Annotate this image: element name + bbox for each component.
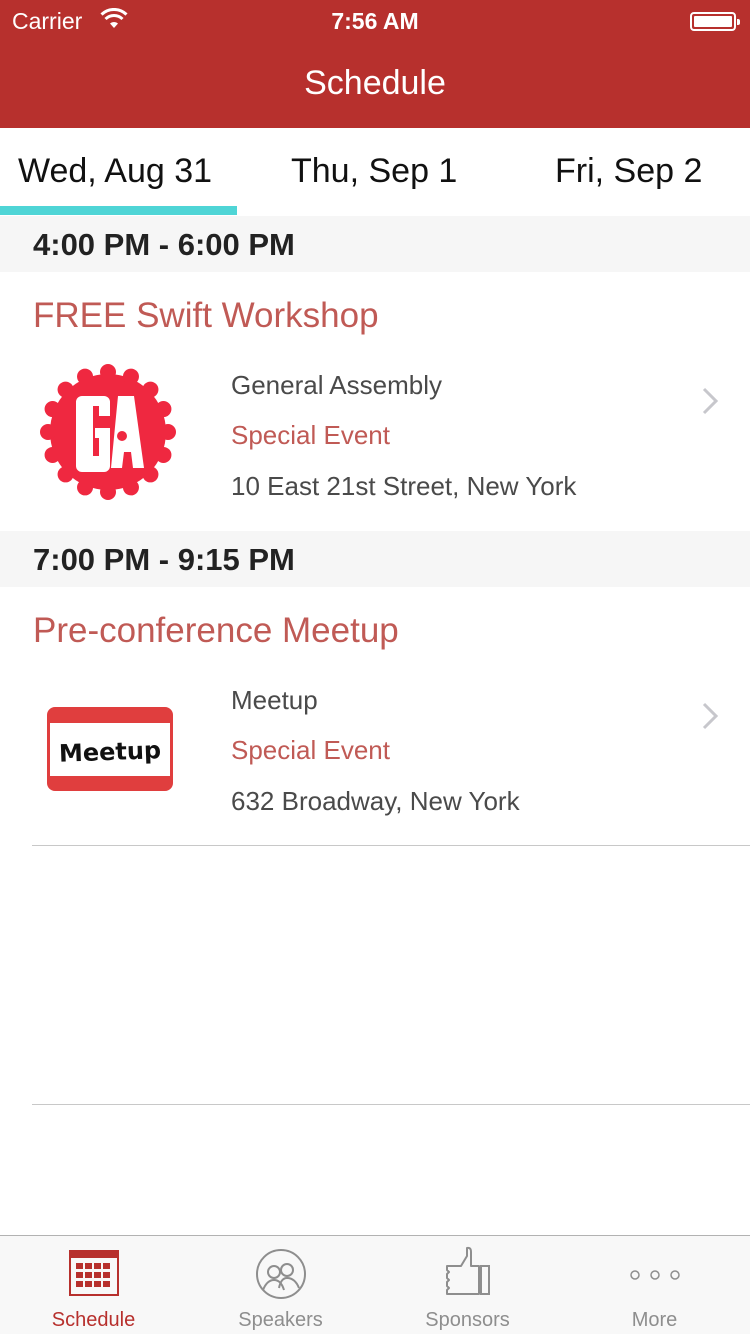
- gear-tooth: [122, 368, 139, 385]
- tab-bar-speakers[interactable]: Speakers: [187, 1236, 374, 1334]
- section-header: 4:00 PM - 6:00 PM: [0, 216, 750, 272]
- gear-tooth: [155, 401, 172, 418]
- gear-tooth: [57, 381, 74, 398]
- event-venue: General Assembly: [231, 370, 442, 400]
- tab-wed-aug-31[interactable]: Wed, Aug 31: [18, 152, 212, 191]
- event-address: 10 East 21st Street, New York: [231, 471, 577, 501]
- thumbs-up-icon: [445, 1246, 490, 1295]
- more-icon: [629, 1270, 680, 1280]
- tab-thu-sep-1[interactable]: Thu, Sep 1: [291, 152, 457, 191]
- row-separator: [32, 845, 750, 846]
- status-time: 7:56 AM: [331, 8, 419, 34]
- gear-tooth: [40, 424, 56, 440]
- gear-tooth: [100, 484, 116, 500]
- general-assembly-logo: [40, 364, 176, 500]
- calendar-icon: [68, 1250, 119, 1296]
- tab-bar-label: Sponsors: [425, 1309, 510, 1331]
- meetup-logo-text: Meetup: [58, 736, 161, 768]
- tab-fri-sep-2[interactable]: Fri, Sep 2: [555, 152, 702, 191]
- gear-tooth: [122, 479, 139, 496]
- event-venue: Meetup: [231, 685, 318, 715]
- gear-tooth: [142, 381, 159, 398]
- tab-bar-label: Schedule: [51, 1309, 136, 1331]
- day-tabs: Wed, Aug 31 Thu, Sep 1 Fri, Sep 2: [0, 128, 750, 216]
- tab-bar: Schedule Speakers Sponsors More: [0, 1235, 750, 1334]
- event-row[interactable]: Pre-conference Meetup Meetup Meetup Spec…: [0, 587, 750, 845]
- battery-icon: [690, 12, 740, 31]
- chevron-right-icon: [702, 387, 719, 415]
- row-separator: [32, 1104, 750, 1105]
- gear-tooth: [57, 466, 74, 483]
- page-title: Schedule: [304, 64, 446, 102]
- gear-tooth: [44, 401, 61, 418]
- event-type: Special Event: [231, 735, 390, 765]
- tab-bar-schedule[interactable]: Schedule: [0, 1236, 187, 1334]
- tab-bar-sponsors[interactable]: Sponsors: [374, 1236, 561, 1334]
- speakers-icon: [255, 1249, 306, 1299]
- event-row[interactable]: FREE Swift Workshop General Assembly Spe…: [0, 272, 750, 530]
- tab-bar-label: Speakers: [238, 1309, 323, 1331]
- tab-bar-more[interactable]: More: [561, 1236, 748, 1334]
- section-header: 7:00 PM - 9:15 PM: [0, 531, 750, 587]
- event-title: FREE Swift Workshop: [33, 296, 379, 335]
- gear-tooth: [100, 364, 116, 380]
- navigation-bar: Carrier 7:56 AM Schedule: [0, 0, 750, 128]
- chevron-right-icon: [702, 702, 719, 730]
- gear-tooth: [44, 446, 61, 463]
- gear-tooth: [160, 424, 176, 440]
- event-title: Pre-conference Meetup: [33, 611, 399, 650]
- gear-tooth: [142, 466, 159, 483]
- tab-bar-label: More: [631, 1309, 678, 1331]
- gear-tooth: [77, 479, 94, 496]
- event-type: Special Event: [231, 420, 390, 450]
- status-bar: Carrier 7:56 AM: [0, 0, 750, 40]
- event-address: 632 Broadway, New York: [231, 786, 520, 816]
- time-range: 7:00 PM - 9:15 PM: [33, 542, 295, 577]
- gear-tooth: [77, 368, 94, 385]
- time-range: 4:00 PM - 6:00 PM: [33, 227, 295, 262]
- gear-tooth: [155, 446, 172, 463]
- selected-tab-indicator: [0, 206, 237, 215]
- meetup-logo: Meetup: [47, 707, 173, 791]
